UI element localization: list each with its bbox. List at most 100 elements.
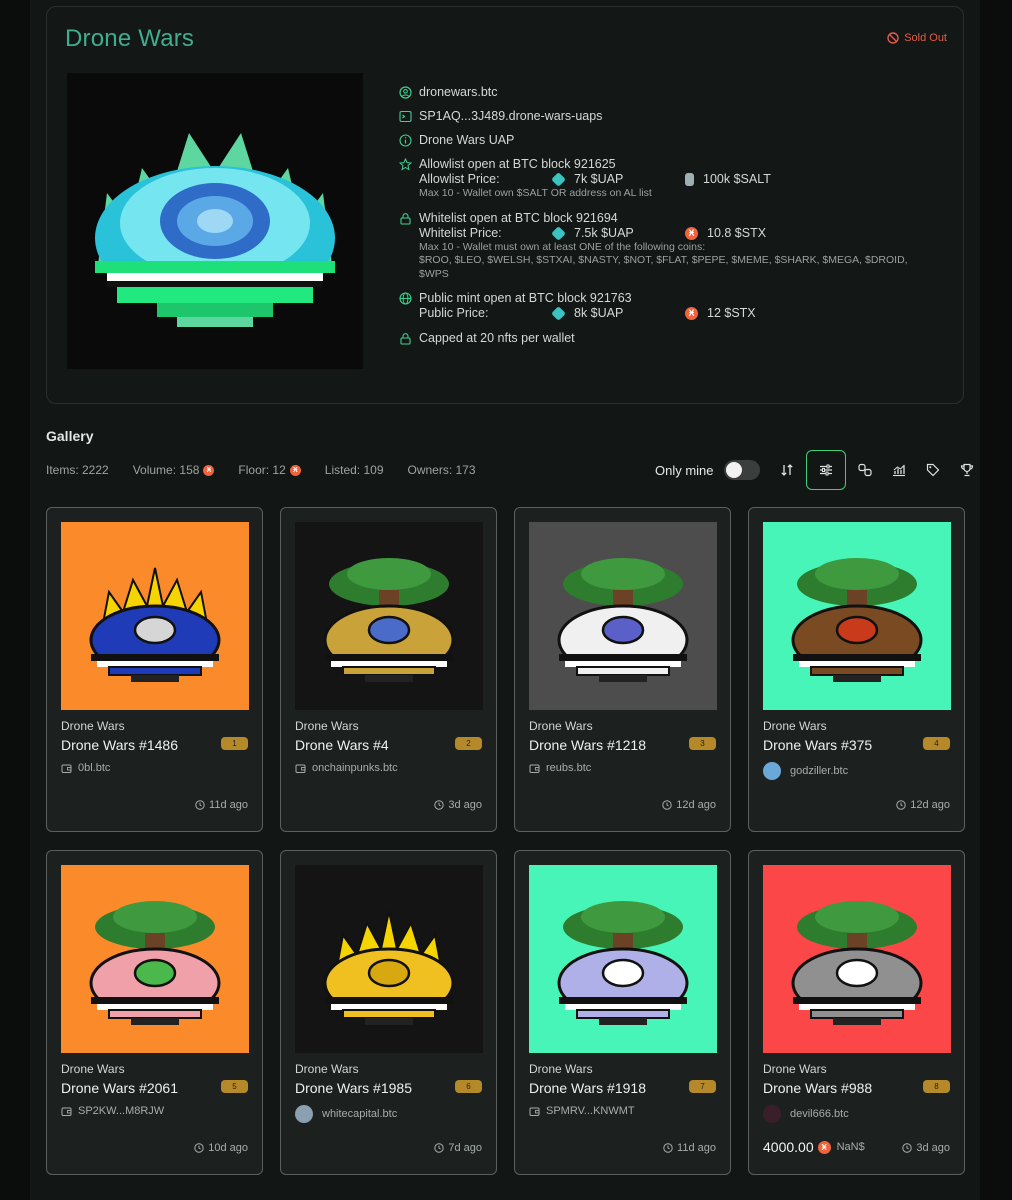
nft-collection-name: Drone Wars bbox=[763, 719, 827, 733]
wallet-icon bbox=[61, 764, 72, 773]
nft-card[interactable]: Drone Wars Drone Wars #1985 6 whitecapit… bbox=[280, 850, 497, 1175]
star-icon bbox=[398, 157, 413, 171]
public-price-label: Public Price: bbox=[419, 306, 489, 320]
listings-button[interactable] bbox=[916, 453, 950, 487]
stx-token-icon: Ӿ bbox=[289, 464, 301, 476]
uap-token-icon bbox=[551, 225, 566, 241]
collection-card: Drone Wars Sold Out dronewars.btc SP1AQ.… bbox=[46, 6, 964, 404]
allowlist-price-uap: 7k $UAP bbox=[574, 172, 624, 186]
nft-name[interactable]: Drone Wars #1918 bbox=[529, 1080, 646, 1096]
nft-name[interactable]: Drone Wars #375 bbox=[763, 737, 872, 753]
clock-icon bbox=[434, 800, 445, 810]
nft-card[interactable]: Drone Wars Drone Wars #988 8 devil666.bt… bbox=[748, 850, 965, 1175]
rank-badge: 7 bbox=[689, 1080, 716, 1093]
nft-image[interactable] bbox=[763, 865, 951, 1053]
nft-name[interactable]: Drone Wars #2061 bbox=[61, 1080, 178, 1096]
owner-name: godziller.btc bbox=[790, 765, 849, 777]
nft-card[interactable]: Drone Wars Drone Wars #2061 5 SP2KW...M8… bbox=[46, 850, 263, 1175]
contract-text[interactable]: SP1AQ...3J489.drone-wars-uaps bbox=[419, 109, 602, 123]
nft-owner[interactable]: whitecapital.btc bbox=[295, 1105, 397, 1123]
owner-name: whitecapital.btc bbox=[322, 1108, 398, 1120]
nft-owner[interactable]: reubs.btc bbox=[529, 762, 591, 774]
nft-name[interactable]: Drone Wars #988 bbox=[763, 1080, 872, 1096]
owner-name: onchainpunks.btc bbox=[312, 762, 398, 774]
gallery-stats: Items: 2222 Volume: 158 Ӿ Floor: 12 Ӿ List… bbox=[46, 463, 500, 477]
nft-owner[interactable]: SP2KW...M8RJW bbox=[61, 1105, 164, 1117]
lock-icon bbox=[399, 332, 412, 345]
whitelist-coins: $ROO, $LEO, $WELSH, $STXAI, $NASTY, $NOT… bbox=[419, 254, 908, 280]
filters-button[interactable] bbox=[805, 450, 846, 490]
owner-name: reubs.btc bbox=[546, 762, 592, 774]
nft-card[interactable]: Drone Wars Drone Wars #1918 7 SPMRV...KN… bbox=[514, 850, 731, 1175]
nft-image[interactable] bbox=[61, 865, 249, 1053]
listing-price: 4000.00 Ӿ NaN$ bbox=[763, 1139, 865, 1155]
info-public: Public mint open at BTC block 921763 Pub… bbox=[399, 291, 939, 321]
public-price-stx: 12 $STX bbox=[707, 306, 756, 320]
user-circle-icon bbox=[399, 86, 412, 99]
link-icon bbox=[857, 463, 872, 477]
nft-image[interactable] bbox=[61, 522, 249, 710]
nft-collection-name: Drone Wars bbox=[529, 1062, 593, 1076]
nft-card[interactable]: Drone Wars Drone Wars #1218 3 reubs.btc … bbox=[514, 507, 731, 832]
stat-floor: Floor: 12 Ӿ bbox=[238, 463, 301, 477]
sliders-icon bbox=[819, 464, 832, 476]
nft-owner[interactable]: onchainpunks.btc bbox=[295, 762, 398, 774]
nft-owner[interactable]: godziller.btc bbox=[763, 762, 848, 780]
nft-image[interactable] bbox=[763, 522, 951, 710]
nft-card[interactable]: Drone Wars Drone Wars #4 2 onchainpunks.… bbox=[280, 507, 497, 832]
nft-owner[interactable]: 0bl.btc bbox=[61, 762, 110, 774]
nft-image[interactable] bbox=[529, 865, 717, 1053]
rank-badge: 4 bbox=[923, 737, 950, 750]
nft-timestamp: 11d ago bbox=[663, 1142, 716, 1154]
leaderboard-button[interactable] bbox=[950, 453, 984, 487]
rank-badge: 1 bbox=[221, 737, 248, 750]
nft-timestamp: 11d ago bbox=[195, 799, 248, 811]
nft-name[interactable]: Drone Wars #1218 bbox=[529, 737, 646, 753]
nft-name[interactable]: Drone Wars #1985 bbox=[295, 1080, 412, 1096]
nft-owner[interactable]: devil666.btc bbox=[763, 1105, 849, 1123]
btc-name-text[interactable]: dronewars.btc bbox=[419, 85, 498, 99]
uap-token-icon bbox=[551, 306, 566, 321]
toggle-knob bbox=[725, 462, 742, 478]
nft-name[interactable]: Drone Wars #4 bbox=[295, 737, 389, 753]
nft-name[interactable]: Drone Wars #1486 bbox=[61, 737, 178, 753]
terminal-icon bbox=[399, 110, 412, 123]
chart-icon bbox=[892, 464, 905, 477]
only-mine-toggle[interactable] bbox=[723, 460, 760, 480]
wallet-icon bbox=[529, 764, 540, 773]
gallery-toolbar: Only mine bbox=[655, 450, 984, 490]
collection-name-text: Drone Wars UAP bbox=[419, 133, 515, 147]
sort-button[interactable] bbox=[770, 453, 804, 487]
public-title: Public mint open at BTC block 921763 bbox=[419, 291, 632, 305]
clock-icon bbox=[662, 800, 672, 810]
clock-icon bbox=[194, 1143, 204, 1153]
nft-owner[interactable]: SPMRV...KNWMT bbox=[529, 1105, 635, 1117]
sold-out-label: Sold Out bbox=[904, 32, 947, 44]
clock-icon bbox=[434, 1143, 445, 1153]
nft-image[interactable] bbox=[529, 522, 717, 710]
stx-token-icon: Ӿ bbox=[685, 307, 698, 320]
nft-card[interactable]: Drone Wars Drone Wars #1486 1 0bl.btc 11… bbox=[46, 507, 263, 832]
clock-icon bbox=[195, 800, 205, 810]
stats-button[interactable] bbox=[882, 453, 916, 487]
nft-card[interactable]: Drone Wars Drone Wars #375 4 godziller.b… bbox=[748, 507, 965, 832]
price-value: 4000.00 bbox=[763, 1139, 814, 1155]
whitelist-price-uap: 7.5k $UAP bbox=[574, 225, 634, 240]
only-mine-label: Only mine bbox=[655, 462, 714, 478]
nft-image[interactable] bbox=[295, 522, 483, 710]
wallet-icon bbox=[61, 1107, 72, 1116]
link-view-button[interactable] bbox=[848, 453, 882, 487]
time-text: 10d ago bbox=[208, 1142, 248, 1154]
nft-collection-name: Drone Wars bbox=[529, 719, 593, 733]
collection-info: dronewars.btc SP1AQ...3J489.drone-wars-u… bbox=[398, 85, 939, 355]
collection-hero-image bbox=[67, 73, 363, 369]
whitelist-note: Max 10 - Wallet must own at least ONE of… bbox=[419, 240, 706, 253]
nft-image[interactable] bbox=[295, 865, 483, 1053]
public-price-uap: 8k $UAP bbox=[574, 306, 624, 320]
owner-avatar bbox=[763, 1105, 781, 1123]
rank-badge: 8 bbox=[923, 1080, 950, 1093]
allowlist-price-label: Allowlist Price: bbox=[419, 172, 500, 186]
time-text: 11d ago bbox=[209, 799, 248, 811]
nft-timestamp: 12d ago bbox=[662, 799, 716, 811]
stx-token-icon: Ӿ bbox=[817, 1140, 831, 1154]
